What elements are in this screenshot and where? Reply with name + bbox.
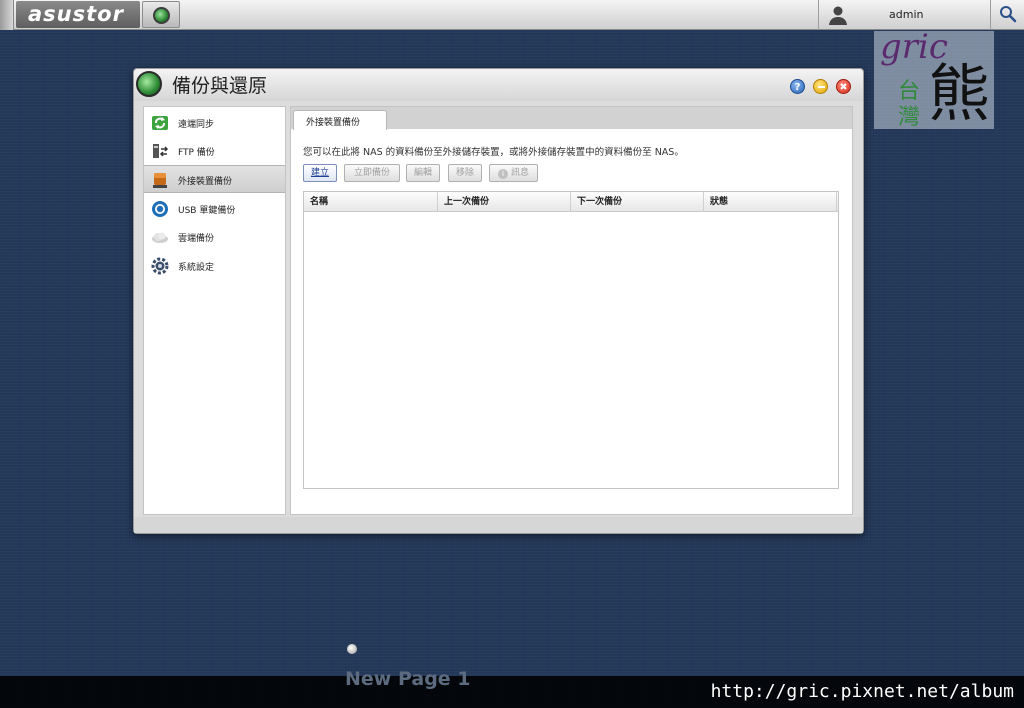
watermark-logo: gric 台 灣 熊 <box>874 27 994 130</box>
sidebar-item-label: USB 單鍵備份 <box>178 206 236 216</box>
sidebar-item-label: 外接裝置備份 <box>178 177 233 187</box>
column-header-next-backup[interactable]: 下一次備份 <box>571 192 704 212</box>
sidebar-item-label: 雲端備份 <box>178 234 215 244</box>
watermark-char-bear: 熊 <box>928 57 991 130</box>
brand-logo: asustor <box>28 2 124 26</box>
window-footer <box>134 517 863 533</box>
user-icon <box>829 6 847 25</box>
user-menu[interactable]: admin <box>818 0 990 30</box>
sidebar: 遠端同步 FTP 備份 外接裝置備份 USB 單鍵備份 雲端備份 系統設定 <box>143 106 286 515</box>
main-panel: 外接裝置備份 您可以在此將 NAS 的資料備份至外接儲存裝置，或將外接儲存裝置中… <box>290 106 853 515</box>
column-header-status[interactable]: 狀態 <box>704 192 837 212</box>
sync-icon <box>152 116 168 130</box>
backup-restore-window: 備份與還原 ? 遠端同步 FTP 備份 外接裝置備份 USB 單鍵備份 雲端備份… <box>133 68 864 534</box>
info-icon: i <box>497 169 508 179</box>
sidebar-item-label: FTP 備份 <box>178 148 215 158</box>
backup-app-icon <box>136 71 162 97</box>
description-text: 您可以在此將 NAS 的資料備份至外接儲存裝置，或將外接儲存裝置中的資料備份至 … <box>303 147 684 158</box>
minimize-button[interactable] <box>813 79 828 94</box>
close-icon <box>840 83 847 90</box>
table-header: 名稱 上一次備份 下一次備份 狀態 <box>304 192 838 212</box>
sidebar-item-cloud-backup[interactable]: 雲端備份 <box>144 223 285 251</box>
edit-button[interactable]: 編輯 <box>406 164 440 182</box>
info-button-label: 訊息 <box>510 168 529 178</box>
external-drive-icon <box>153 173 167 188</box>
tab-external-backup[interactable]: 外接裝置備份 <box>293 110 387 130</box>
backup-orb-icon <box>153 7 170 24</box>
column-header-name[interactable]: 名稱 <box>304 192 438 212</box>
usb-button-icon <box>152 201 168 217</box>
sidebar-item-usb-one-touch[interactable]: USB 單鍵備份 <box>144 195 285 223</box>
remove-button[interactable]: 移除 <box>448 164 482 182</box>
footer-url: http://gric.pixnet.net/album <box>710 681 1014 702</box>
window-titlebar[interactable]: 備份與還原 ? <box>134 69 863 101</box>
sidebar-item-remote-sync[interactable]: 遠端同步 <box>144 109 285 137</box>
window-title: 備份與還原 <box>172 75 268 97</box>
watermark-char-b: 灣 <box>898 105 921 130</box>
tab-label: 外接裝置備份 <box>306 118 361 128</box>
help-button[interactable]: ? <box>790 79 805 94</box>
page-label: New Page 1 <box>345 668 471 690</box>
page-indicator-dot[interactable] <box>347 644 357 654</box>
cloud-icon <box>152 232 168 243</box>
brand-tab[interactable]: asustor <box>16 1 140 28</box>
top-bar: asustor admin <box>0 0 1024 30</box>
search-icon <box>1000 6 1017 23</box>
gear-icon <box>151 257 169 275</box>
tab-strip: 外接裝置備份 <box>291 107 852 130</box>
info-button[interactable]: i 訊息 <box>489 164 538 182</box>
backup-now-button[interactable]: 立即備份 <box>344 164 400 182</box>
sidebar-item-label: 系統設定 <box>178 263 215 273</box>
topbar-handle[interactable] <box>0 0 14 30</box>
backup-app-taskbar-button[interactable] <box>142 1 180 28</box>
close-button[interactable] <box>836 79 851 94</box>
sidebar-item-external-backup[interactable]: 外接裝置備份 <box>144 165 285 193</box>
column-header-last-backup[interactable]: 上一次備份 <box>438 192 571 212</box>
search-button[interactable] <box>990 0 1024 30</box>
backup-jobs-table: 名稱 上一次備份 下一次備份 狀態 <box>303 191 839 489</box>
sidebar-item-label: 遠端同步 <box>178 120 215 130</box>
ftp-icon <box>153 144 169 158</box>
create-button[interactable]: 建立 <box>303 164 337 182</box>
sidebar-item-system-settings[interactable]: 系統設定 <box>144 252 285 280</box>
username: admin <box>889 8 924 21</box>
sidebar-item-ftp-backup[interactable]: FTP 備份 <box>144 137 285 165</box>
